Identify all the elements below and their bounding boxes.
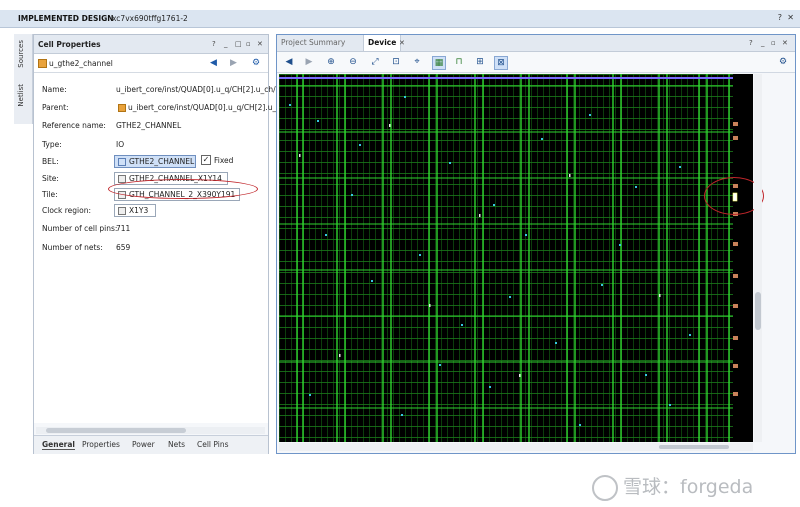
zoom-in-icon[interactable]: ⊕: [325, 56, 337, 68]
tab-sources[interactable]: Sources: [17, 40, 25, 68]
prop-label-cell-pins: Number of cell pins:: [42, 224, 118, 233]
window-title: IMPLEMENTED DESIGN: [18, 14, 114, 23]
tab-project-summary[interactable]: Project Summary: [277, 35, 349, 51]
scrollbar-thumb[interactable]: [46, 428, 186, 433]
route-icon[interactable]: ⊓: [453, 56, 465, 68]
restore-icon[interactable]: □: [235, 40, 242, 48]
prop-label-parent: Parent:: [42, 103, 69, 112]
device-fabric-graphic: [279, 74, 738, 442]
fixed-label: Fixed: [214, 156, 234, 165]
panel-title: Cell Properties: [38, 40, 101, 49]
snowball-logo-icon: [592, 474, 618, 501]
prop-label-refname: Reference name:: [42, 121, 106, 130]
tab-netlist[interactable]: Netlist: [17, 84, 25, 107]
prop-label-site: Site:: [42, 174, 59, 183]
device-canvas[interactable]: [279, 74, 753, 442]
forward-arrow-icon[interactable]: ▶: [230, 58, 237, 68]
prop-label-nets: Number of nets:: [42, 243, 103, 252]
minimize-icon[interactable]: _: [761, 39, 765, 47]
scrollbar-thumb[interactable]: [755, 292, 761, 330]
prop-label-bel: BEL:: [42, 157, 59, 166]
clock-region-field[interactable]: X1Y3: [114, 204, 156, 217]
zoom-fit-icon[interactable]: ⤢: [369, 56, 381, 68]
watermark: 雪球：forgeda: [592, 472, 782, 501]
zoom-out-icon[interactable]: ⊖: [347, 56, 359, 68]
device-toolbar: ◀ ▶ ⊕ ⊖ ⤢ ⊡ ⌖ ▦ ⊓ ⊞ ⊠ ⚙: [277, 52, 795, 73]
horizontal-scrollbar[interactable]: [36, 427, 265, 434]
float-icon[interactable]: ▫: [246, 40, 251, 48]
prop-label-tile: Tile:: [42, 190, 58, 199]
horizontal-scrollbar[interactable]: [279, 443, 753, 451]
prop-label-type: Type:: [42, 140, 62, 149]
close-icon[interactable]: ✕: [257, 40, 263, 48]
zoom-area-icon[interactable]: ⊡: [390, 56, 402, 68]
close-icon[interactable]: ✕: [787, 13, 794, 22]
prop-label-name: Name:: [42, 85, 67, 94]
prop-value-nets: 659: [116, 243, 131, 252]
part-name: xc7vx690tffg1761-2: [112, 14, 188, 23]
tab-nets[interactable]: Nets: [168, 440, 185, 449]
forward-arrow-icon[interactable]: ▶: [303, 56, 315, 68]
clock-region-icon: [118, 207, 126, 215]
bel-icon: [118, 158, 126, 166]
prop-value-type: IO: [116, 140, 125, 149]
close-icon[interactable]: ✕: [782, 39, 788, 47]
gear-icon[interactable]: ⚙: [777, 56, 789, 68]
selected-object-bar: u_gthe2_channel ◀ ▶ ⚙: [34, 54, 268, 73]
help-icon[interactable]: ?: [778, 13, 782, 22]
tab-device[interactable]: Device: [363, 35, 402, 51]
highlight-ellipse: [108, 179, 258, 199]
panel-header: Cell Properties ? _ □ ▫ ✕: [34, 35, 268, 54]
tab-general[interactable]: General: [42, 440, 75, 450]
back-arrow-icon[interactable]: ◀: [210, 58, 217, 68]
selected-object-name: u_gthe2_channel: [49, 59, 113, 68]
bel-value: GTHE2_CHANNEL: [129, 157, 195, 166]
window-title-bar: IMPLEMENTED DESIGN xc7vx690tffg1761-2 ? …: [0, 10, 800, 28]
tab-power[interactable]: Power: [132, 440, 155, 449]
tab-properties[interactable]: Properties: [82, 440, 120, 449]
prop-value-name[interactable]: u_ibert_core/inst/QUAD[0].u_q/CH[2].u_ch…: [116, 85, 280, 94]
fixed-checkbox[interactable]: ✓: [201, 155, 211, 165]
highlight-icon[interactable]: ⊠: [494, 56, 508, 70]
back-arrow-icon[interactable]: ◀: [283, 56, 295, 68]
device-tab-bar: Project Summary Device ✕ ? _ ▫ ✕: [277, 35, 795, 52]
clock-region-value: X1Y3: [129, 206, 149, 215]
tab-cell-pins[interactable]: Cell Pins: [197, 440, 229, 449]
properties-tab-bar: General Properties Power Nets Cell Pins: [34, 435, 268, 454]
prop-value-cell-pins: 711: [116, 224, 131, 233]
grid-routing-icon[interactable]: ▦: [432, 56, 446, 70]
gear-icon[interactable]: ⚙: [252, 58, 260, 68]
prop-value-refname: GTHE2_CHANNEL: [116, 121, 182, 130]
bel-field[interactable]: GTHE2_CHANNEL: [114, 155, 196, 168]
minimize-icon[interactable]: _: [224, 40, 228, 48]
help-icon[interactable]: ?: [749, 39, 753, 47]
cell-icon: [118, 104, 126, 112]
cell-properties-panel: Cell Properties ? _ □ ▫ ✕ u_gthe2_channe…: [33, 34, 280, 454]
vertical-scrollbar[interactable]: [754, 74, 762, 442]
close-tab-icon[interactable]: ✕: [399, 39, 405, 47]
properties-body: Name: u_ibert_core/inst/QUAD[0].u_q/CH[2…: [34, 73, 280, 423]
select-area-icon[interactable]: ⊞: [474, 56, 486, 68]
prop-value-parent[interactable]: u_ibert_core/inst/QUAD[0].u_q/CH[2].u_c: [118, 103, 280, 112]
help-icon[interactable]: ?: [212, 40, 216, 48]
scrollbar-thumb[interactable]: [659, 445, 729, 449]
prop-label-clock-region: Clock region:: [42, 206, 92, 215]
restore-icon[interactable]: ▫: [771, 39, 776, 47]
watermark-text: 雪球：forgeda: [623, 476, 754, 498]
side-tab-strip: Sources Netlist: [14, 34, 33, 124]
cell-icon: [38, 59, 47, 68]
crosshair-icon[interactable]: ⌖: [411, 56, 423, 68]
device-panel: Project Summary Device ✕ ? _ ▫ ✕ ◀ ▶ ⊕ ⊖…: [276, 34, 796, 454]
parent-link[interactable]: u_ibert_core/inst/QUAD[0].u_q/CH[2].u_c: [128, 103, 280, 112]
